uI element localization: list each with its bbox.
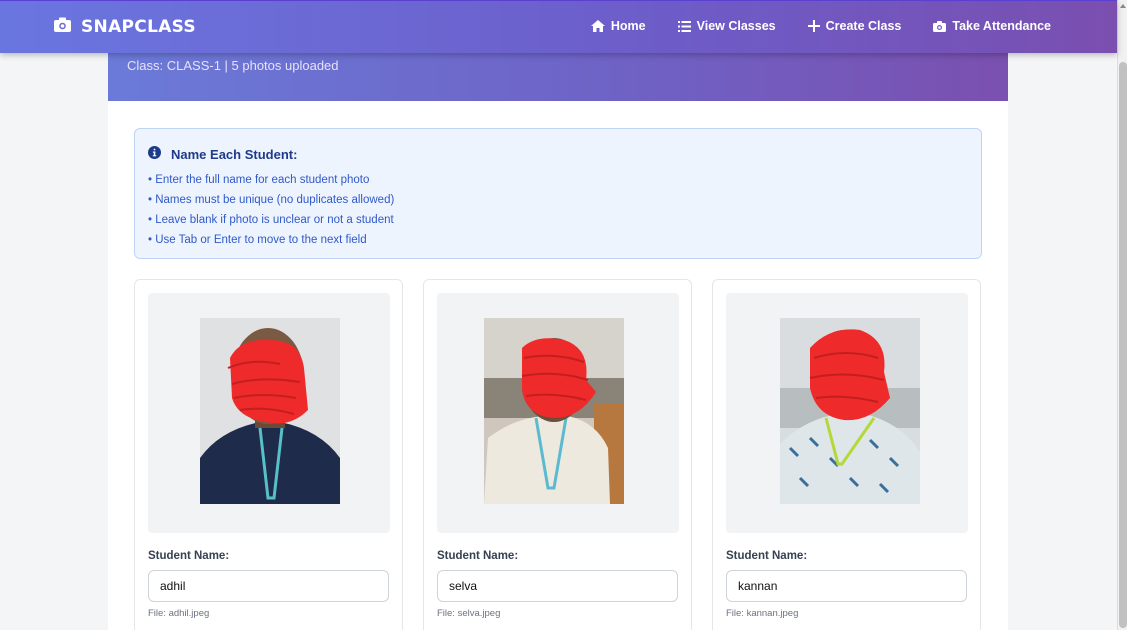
nav-view-classes-link[interactable]: View Classes	[677, 19, 776, 33]
home-icon	[590, 20, 605, 32]
file-name: File: adhil.jpeg	[148, 608, 210, 619]
student-name-label: Student Name:	[148, 550, 230, 562]
student-photo	[200, 318, 340, 504]
file-name: File: selva.jpeg	[437, 608, 501, 619]
student-photo	[780, 318, 920, 504]
brand-name: SNAPCLASS	[81, 17, 196, 37]
instructions-list: • Enter the full name for each student p…	[148, 170, 394, 250]
nav-links: Home View Classes Create Class Take Atte…	[590, 19, 1051, 33]
nav-create-class-link[interactable]: Create Class	[807, 19, 902, 33]
page-scrollbar[interactable]	[1117, 0, 1127, 630]
student-photo	[484, 318, 624, 504]
student-card: Student Name: File: adhil.jpeg	[134, 279, 403, 630]
student-name-input[interactable]	[437, 570, 678, 602]
brand[interactable]: SNAPCLASS	[54, 17, 196, 37]
camera-icon	[933, 20, 947, 32]
nav-home-label: Home	[610, 19, 646, 33]
instruction-item: • Use Tab or Enter to move to the next f…	[148, 234, 367, 246]
top-navbar: SNAPCLASS Home View Classes Create Class…	[0, 0, 1117, 53]
student-photo-container	[726, 293, 968, 533]
nav-create-class-label: Create Class	[825, 19, 902, 33]
student-name-label: Student Name:	[437, 550, 519, 562]
nav-home-link[interactable]: Home	[590, 19, 646, 33]
instruction-item: • Names must be unique (no duplicates al…	[148, 194, 395, 206]
instructions-box: Name Each Student: • Enter the full name…	[134, 128, 982, 259]
list-icon	[677, 20, 691, 32]
scroll-up-arrow-icon[interactable]	[1120, 4, 1126, 8]
instructions-title: Name Each Student:	[148, 146, 297, 162]
nav-view-classes-label: View Classes	[696, 19, 776, 33]
student-card: Student Name: File: selva.jpeg	[423, 279, 692, 630]
instruction-item: • Leave blank if photo is unclear or not…	[148, 214, 394, 226]
camera-icon	[54, 17, 71, 37]
student-card: Student Name: File: kannan.jpeg	[712, 279, 981, 630]
student-name-label: Student Name:	[726, 550, 808, 562]
nav-take-attendance-link[interactable]: Take Attendance	[933, 19, 1051, 33]
nav-take-attendance-label: Take Attendance	[952, 19, 1051, 33]
student-name-input[interactable]	[726, 570, 967, 602]
class-summary: Class: CLASS-1 | 5 photos uploaded	[127, 58, 339, 73]
file-name: File: kannan.jpeg	[726, 608, 799, 619]
instruction-item: • Enter the full name for each student p…	[148, 174, 370, 186]
student-photo-container	[148, 293, 390, 533]
main-content: Name Each Student: • Enter the full name…	[108, 101, 1008, 630]
plus-icon	[807, 20, 820, 32]
scrollbar-thumb[interactable]	[1119, 62, 1127, 628]
student-photo-container	[437, 293, 679, 533]
instructions-title-text: Name Each Student:	[171, 146, 298, 162]
info-icon	[148, 146, 161, 162]
student-name-input[interactable]	[148, 570, 389, 602]
